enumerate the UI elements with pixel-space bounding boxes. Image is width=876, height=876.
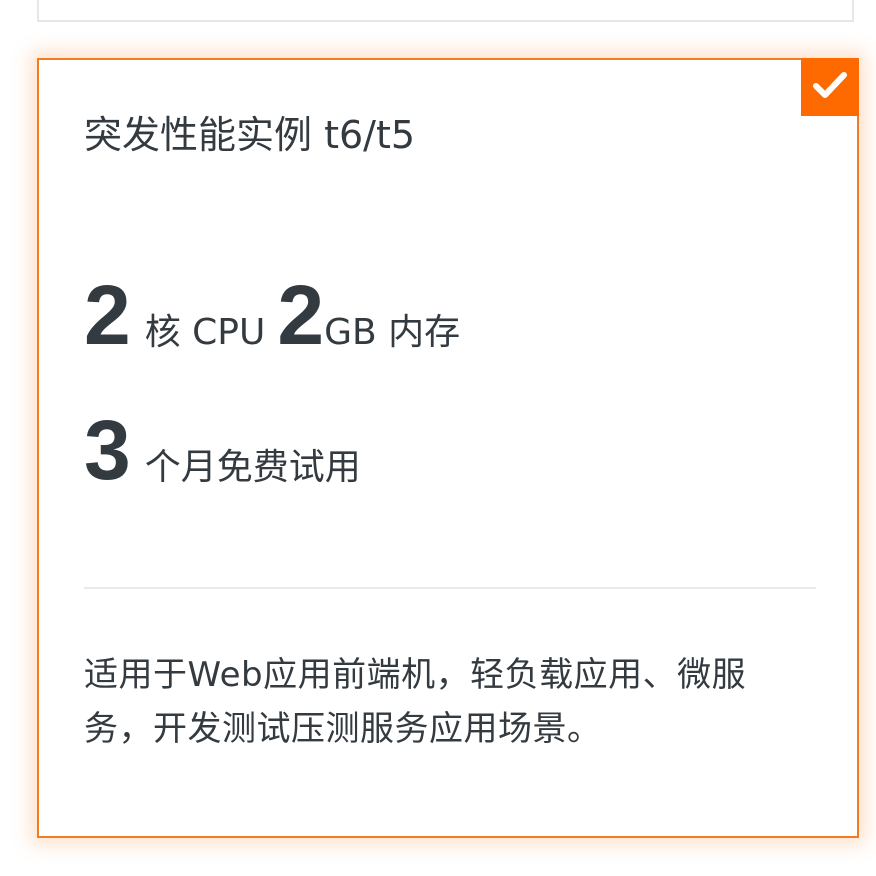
divider <box>84 587 816 589</box>
page: 突发性能实例 t6/t5 2 核 CPU 2 GB 内存 3 个月免费试用 适用… <box>0 0 876 876</box>
selected-badge <box>801 58 859 116</box>
card-description: 适用于Web应用前端机，轻负载应用、微服务，开发测试压测服务应用场景。 <box>84 655 747 749</box>
card-title: 突发性能实例 t6/t5 <box>84 113 416 157</box>
trial-months: 3 <box>84 403 131 497</box>
trial-unit: 个月免费试用 <box>144 447 361 488</box>
memory-size: 2 <box>277 268 325 362</box>
trial-spec: 3 个月免费试用 <box>84 405 361 495</box>
cpu-count: 2 <box>84 268 131 362</box>
cpu-memory-spec: 2 核 CPU 2 GB 内存 <box>84 270 460 360</box>
cpu-unit: 核 CPU <box>144 312 266 353</box>
previous-instance-card[interactable] <box>37 0 854 22</box>
instance-card-burstable[interactable]: 突发性能实例 t6/t5 2 核 CPU 2 GB 内存 3 个月免费试用 适用… <box>37 58 859 838</box>
memory-unit: GB 内存 <box>324 312 461 353</box>
check-icon <box>813 71 847 103</box>
